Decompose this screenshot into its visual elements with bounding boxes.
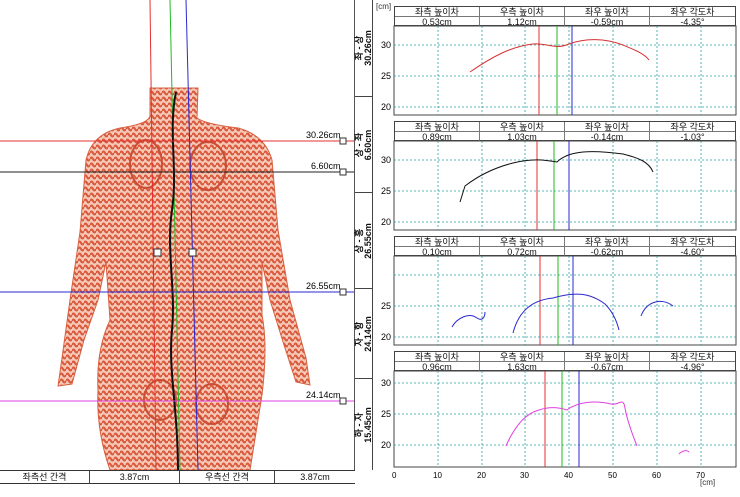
- y-tick-1-25: 25: [381, 71, 391, 81]
- handle-spine-left[interactable]: [153, 248, 162, 257]
- y-tick-2-30: 30: [381, 155, 391, 165]
- level-label-26: 26.55cm: [306, 281, 341, 291]
- profile-charts: 30 25 20 30 25 20 25 20 30 25 20 0 10 20…: [381, 25, 737, 480]
- segment-3: 상 - 홍 26.55cm: [354, 193, 373, 289]
- profile-chart-4: 30 25 20 0 10 20 30 40 50 60 70: [381, 370, 737, 480]
- left-gap-label: 좌측선 간격: [0, 471, 90, 483]
- handle-26[interactable]: [339, 288, 347, 296]
- segment-5: 하 - 자 15.45cm: [354, 406, 373, 443]
- gap-bar: 좌측선 간격 3.87cm 우측선 간격 3.87cm: [0, 470, 355, 484]
- y-tick-3-20: 20: [381, 332, 391, 342]
- x-tick-0: 0: [392, 471, 397, 480]
- x-tick-10: 10: [433, 471, 442, 480]
- level-label-30: 30.26cm: [306, 130, 341, 140]
- right-gap-value: 3.87cm: [300, 472, 330, 482]
- body-image-panel: 30.26cm 6.60cm 26.55cm 24.14cm: [0, 0, 355, 470]
- plot-frame-2: [393, 140, 737, 231]
- y-tick-3-25: 25: [381, 301, 391, 311]
- right-gap-label: 우측선 간격: [180, 471, 275, 483]
- handle-30[interactable]: [339, 137, 347, 145]
- x-tick-70: 70: [696, 471, 705, 480]
- y-tick-4-30: 30: [381, 378, 391, 388]
- y-tick-4-25: 25: [381, 409, 391, 419]
- segment-2: 상 - 좌 6.60cm: [354, 97, 373, 193]
- segment-1: 좌 - 상 30.26cm: [354, 0, 373, 97]
- x-tick-60: 60: [652, 471, 661, 480]
- segment-strip: 좌 - 상 30.26cm 상 - 좌 6.60cm 상 - 홍 26.55cm 자 …: [354, 0, 373, 470]
- level-label-6: 6.60cm: [311, 161, 341, 171]
- y-tick-2-25: 25: [381, 186, 391, 196]
- profile-chart-3: 25 20: [381, 255, 737, 346]
- handle-6[interactable]: [339, 168, 347, 176]
- plot-frame-4: [393, 370, 737, 468]
- y-tick-4-20: 20: [381, 440, 391, 450]
- y-tick-2-20: 20: [381, 217, 391, 227]
- y-tick-1-30: 30: [381, 40, 391, 50]
- handle-24[interactable]: [339, 397, 347, 405]
- segment-4: 자 - 항 24.14cm: [354, 289, 373, 379]
- profile-charts-panel: [cm] [cm] 좌측 높이차 우측 높이차 좌우 높이차 좌우 각도차 0.53c…: [373, 0, 740, 497]
- handle-spine-right[interactable]: [188, 248, 197, 257]
- x-tick-20: 20: [477, 471, 486, 480]
- x-tick-50: 50: [608, 471, 617, 480]
- plot-frame-1: [393, 25, 737, 116]
- body-contour-view: 30.26cm 6.60cm 26.55cm 24.14cm: [0, 0, 354, 470]
- x-tick-40: 40: [564, 471, 573, 480]
- left-gap-value: 3.87cm: [90, 471, 180, 483]
- level-label-24: 24.14cm: [306, 390, 341, 400]
- y-tick-1-20: 20: [381, 102, 391, 112]
- body-silhouette: [57, 87, 311, 470]
- plot-frame-3: [393, 255, 737, 346]
- profile-chart-2: 30 25 20: [381, 140, 737, 231]
- x-tick-30: 30: [520, 471, 529, 480]
- profile-chart-1: 30 25 20: [381, 25, 737, 116]
